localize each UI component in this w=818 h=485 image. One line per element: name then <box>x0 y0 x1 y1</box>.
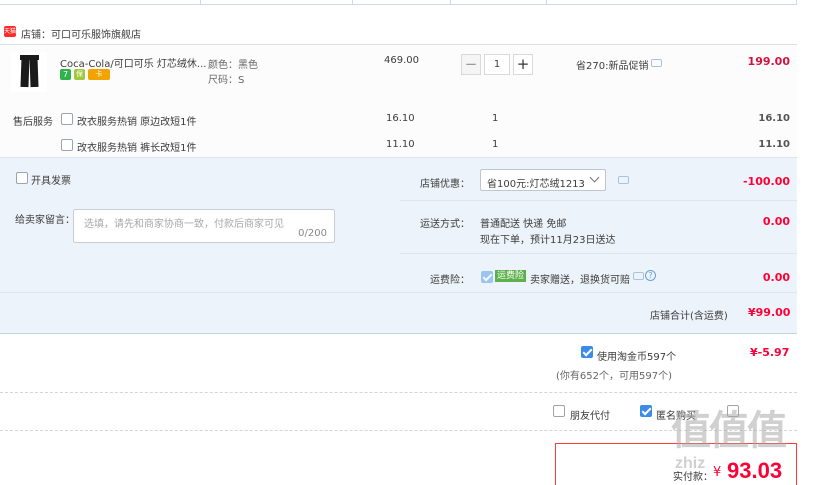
shop-total-amount: ¥99.00 <box>748 306 791 319</box>
quantity-plus-button[interactable]: + <box>513 54 533 75</box>
service-qty-hem: 1 <box>492 113 499 124</box>
insurance-desc: 卖家赠送，退换货可赔 <box>530 275 630 286</box>
payment-amount: 93.03 <box>727 458 783 483</box>
coins-checkbox[interactable] <box>581 346 593 358</box>
watermark-site: zhiz <box>675 455 706 472</box>
shipping-method: 普通配送 快递 免邮 <box>480 219 567 230</box>
guarantee-badge: 保 <box>74 69 85 80</box>
coins-sub: (你有652个，可用597个) <box>556 371 672 382</box>
service-checkbox-hem[interactable] <box>61 113 73 125</box>
unit-price: 469.00 <box>384 55 419 66</box>
promo-info-icon[interactable] <box>651 59 662 67</box>
tmall-store-icon: 天猫 <box>4 26 17 37</box>
divider <box>400 253 797 254</box>
coins-label: 使用淘金币597个 <box>597 352 677 363</box>
friend-pay-checkbox[interactable] <box>553 405 565 417</box>
discount-select[interactable]: 省100元:灯芯绒1213 <box>480 169 606 191</box>
coins-amount: ¥-5.97 <box>750 346 790 359</box>
insurance-checkbox <box>481 271 493 283</box>
service-checkbox-length[interactable] <box>61 139 73 151</box>
divider <box>0 157 797 158</box>
divider <box>0 333 797 334</box>
shop-total-label: 店铺合计(含运费) <box>650 311 728 322</box>
item-subtotal: 199.00 <box>747 55 790 68</box>
message-placeholder: 选填，请先和商家协商一致，付款后商家可见 <box>84 219 284 230</box>
quantity-input[interactable]: 1 <box>484 54 510 75</box>
shipping-eta: 现在下单，预计11月23日送达 <box>480 235 616 246</box>
service-name-length: 改衣服务热销 裤长改短1件 <box>77 143 197 154</box>
divider <box>0 292 797 293</box>
shipping-amount: 0.00 <box>762 215 790 228</box>
quantity-minus-button[interactable]: − <box>461 54 481 75</box>
insurance-chat-icon[interactable] <box>633 272 644 280</box>
service-total-length: 11.10 <box>758 139 790 150</box>
promo-label: 省270:新品促销 <box>576 61 649 72</box>
currency-symbol: ¥ <box>713 465 722 480</box>
credit-card-badge: 卡 <box>88 69 110 80</box>
seller-message-textarea[interactable]: 选填，请先和商家协商一致，付款后商家可见 0/200 <box>73 209 335 243</box>
help-icon[interactable]: ? <box>645 270 656 281</box>
discount-info-icon[interactable] <box>618 176 629 184</box>
message-counter: 0/200 <box>298 228 327 239</box>
insurance-badge: 运费险 <box>495 270 527 282</box>
service-price-hem: 16.10 <box>386 113 415 124</box>
product-thumbnail[interactable] <box>11 52 47 92</box>
chevron-down-icon <box>589 172 600 183</box>
after-sales-title: 售后服务 <box>13 117 53 128</box>
discount-label: 店铺优惠： <box>420 179 470 190</box>
insurance-label: 运费险： <box>430 275 470 286</box>
service-qty-length: 1 <box>492 139 499 150</box>
shop-name-link[interactable]: 店铺：可口可乐服饰旗舰店 <box>21 26 141 41</box>
divider <box>0 392 797 393</box>
service-name-hem: 改衣服务热销 原边改短1件 <box>77 117 197 128</box>
friend-pay-label: 朋友代付 <box>570 411 610 422</box>
insurance-amount: 0.00 <box>762 271 790 284</box>
seven-day-return-badge: 7 <box>60 69 71 80</box>
watermark-logo: 值值值 <box>671 408 787 454</box>
invoice-label: 开具发票 <box>31 176 71 187</box>
service-total-hem: 16.10 <box>758 113 790 124</box>
message-label: 给卖家留言： <box>15 215 75 226</box>
discount-amount: -100.00 <box>742 175 790 188</box>
product-title-link[interactable]: Coca-Cola/可口可乐 灯芯绒休... <box>60 55 206 70</box>
product-size: 尺码：S <box>208 75 245 86</box>
product-color: 颜色：黑色 <box>208 60 258 71</box>
shipping-label: 运送方式： <box>420 219 470 230</box>
table-top-border <box>0 0 797 5</box>
discount-selected: 省100元:灯芯绒1213 <box>487 179 585 190</box>
service-price-length: 11.10 <box>386 139 415 150</box>
invoice-checkbox[interactable] <box>16 172 28 184</box>
divider <box>400 200 797 201</box>
anonymous-checkbox[interactable] <box>640 405 652 417</box>
